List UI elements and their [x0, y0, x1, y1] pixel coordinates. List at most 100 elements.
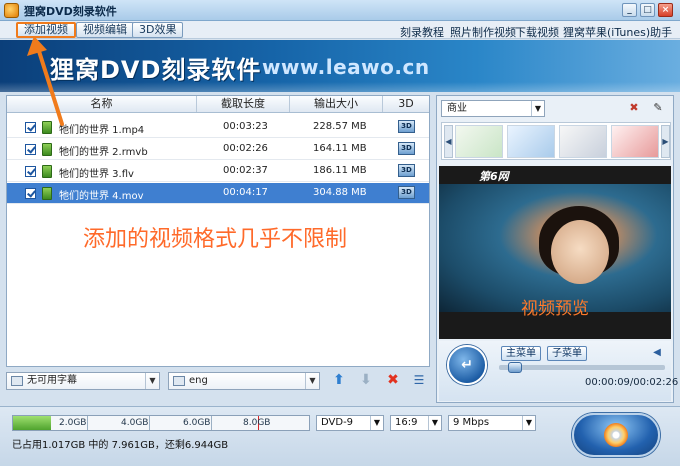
main-menu-button[interactable]: 主菜单: [501, 346, 541, 361]
table-row[interactable]: 牠们的世界 1.mp4 00:03:23 228.57 MB 3D: [7, 117, 429, 138]
scroll-right-icon[interactable]: ▶: [661, 125, 670, 158]
video-preview[interactable]: 第6网 视频预览: [439, 166, 671, 339]
link-download-video[interactable]: 下载视频: [515, 24, 559, 40]
close-button[interactable]: ×: [658, 3, 673, 17]
bitrate-value: 9 Mbps: [453, 417, 490, 428]
capacity-tick: 2.0GB: [59, 418, 87, 428]
menu-template-thumbnail[interactable]: [455, 125, 503, 158]
table-header: 名称 截取长度 输出大小 3D: [7, 96, 429, 113]
menu-template-strip: ◀ ▶: [441, 122, 671, 160]
3d-icon[interactable]: 3D: [398, 186, 415, 199]
disc-usage-text: 已占用1.017GB 中的 7.961GB，还剩6.944GB: [12, 440, 229, 451]
3d-icon[interactable]: 3D: [398, 120, 415, 133]
tab-video-edit[interactable]: 视频编辑: [76, 22, 134, 38]
move-up-icon[interactable]: ⬆: [331, 372, 347, 388]
audio-select[interactable]: eng ▼: [168, 372, 320, 390]
audio-select-value: eng: [189, 375, 208, 386]
seek-handle[interactable]: [508, 362, 523, 373]
clear-list-icon[interactable]: ☰: [411, 372, 427, 388]
video-file-icon: [42, 187, 52, 200]
channel-logo: 第6网: [479, 170, 509, 183]
column-3d[interactable]: 3D: [383, 96, 429, 112]
link-burn-tutorial[interactable]: 刻录教程: [400, 24, 444, 40]
row-checkbox[interactable]: [25, 166, 36, 177]
capacity-gridline: [87, 416, 88, 430]
chevron-down-icon: ▼: [428, 416, 441, 430]
preview-panel: 商业 ▼ ✖ ✎ ◀ ▶ 第6网 视频预览 ↵ 主菜单 子菜单 ◀ 00:00:…: [436, 95, 678, 403]
file-table: 名称 截取长度 输出大小 3D 牠们的世界 1.mp4 00:03:23 228…: [6, 95, 430, 367]
subtitle-select[interactable]: 无可用字幕 ▼: [6, 372, 160, 390]
chevron-down-icon: ▼: [145, 373, 159, 389]
seek-bar[interactable]: [499, 362, 665, 373]
sub-menu-button[interactable]: 子菜单: [547, 346, 587, 361]
row-checkbox[interactable]: [25, 144, 36, 155]
aspect-ratio-select[interactable]: 16:9 ▼: [390, 415, 442, 431]
title-bar: 狸窝DVD刻录软件 _ □ ×: [0, 0, 680, 21]
delete-icon[interactable]: ✖: [385, 372, 401, 388]
column-name[interactable]: 名称: [7, 96, 197, 112]
table-row[interactable]: 牠们的世界 3.flv 00:02:37 186.11 MB 3D: [7, 161, 429, 182]
clip-length: 00:03:23: [223, 121, 268, 132]
column-size[interactable]: 输出大小: [290, 96, 383, 112]
link-photo-video[interactable]: 照片制作视频: [450, 24, 516, 40]
maximize-button[interactable]: □: [640, 3, 655, 17]
capacity-gridline: [149, 416, 150, 430]
burn-button[interactable]: [572, 413, 660, 457]
menu-bar: 添加视频 视频编辑 3D效果 刻录教程 照片制作视频 下载视频 狸窝苹果(iTu…: [0, 21, 680, 39]
video-file-icon: [42, 165, 52, 178]
disable-menu-icon[interactable]: ✖: [627, 101, 641, 115]
disc-type-select[interactable]: DVD-9 ▼: [316, 415, 384, 431]
menu-theme-select[interactable]: 商业 ▼: [441, 100, 545, 117]
row-checkbox[interactable]: [25, 188, 36, 199]
video-frame: [439, 184, 671, 312]
menu-theme-value: 商业: [447, 103, 467, 114]
clip-length: 00:04:17: [223, 187, 268, 198]
video-file-icon: [42, 143, 52, 156]
3d-icon[interactable]: 3D: [398, 164, 415, 177]
3d-icon[interactable]: 3D: [398, 142, 415, 155]
edit-menu-icon[interactable]: ✎: [651, 101, 665, 115]
output-size: 164.11 MB: [313, 143, 367, 154]
bottom-bar: 2.0GB 4.0GB 6.0GB 8.0GB 已占用1.017GB 中的 7.…: [0, 406, 680, 466]
subtitle-icon: [11, 376, 23, 386]
aspect-ratio-value: 16:9: [395, 417, 418, 428]
disc-type-value: DVD-9: [321, 417, 354, 428]
tab-add-video[interactable]: 添加视频: [16, 22, 76, 38]
brand-banner: 狸窝DVD刻录软件 www.leawo.cn: [0, 40, 680, 92]
chevron-down-icon: ▼: [522, 416, 535, 430]
banner-title: 狸窝DVD刻录软件: [50, 56, 262, 84]
disc-capacity-bar: 2.0GB 4.0GB 6.0GB 8.0GB: [12, 415, 310, 431]
preview-caption: 视频预览: [521, 299, 589, 319]
banner-url: www.leawo.cn: [262, 55, 430, 79]
table-toolbar: 无可用字幕 ▼ eng ▼ ⬆ ⬇ ✖ ☰: [6, 369, 430, 393]
capacity-tick: 8.0GB: [243, 418, 271, 428]
row-checkbox[interactable]: [25, 122, 36, 133]
audio-track-icon: [173, 376, 185, 386]
link-itunes-helper[interactable]: 狸窝苹果(iTunes)助手: [563, 24, 672, 40]
capacity-tick: 4.0GB: [121, 418, 149, 428]
file-name: 牠们的世界 4.mov: [59, 191, 144, 202]
chevron-down-icon: ▼: [305, 373, 319, 389]
navigation-pad[interactable]: ↵: [447, 345, 487, 385]
table-row[interactable]: 牠们的世界 2.rmvb 00:02:26 164.11 MB 3D: [7, 139, 429, 160]
menu-template-thumbnail[interactable]: [507, 125, 555, 158]
tab-3d-effect[interactable]: 3D效果: [132, 22, 184, 38]
clip-length: 00:02:37: [223, 165, 268, 176]
chevron-down-icon: ▼: [531, 101, 544, 116]
file-name: 牠们的世界 2.rmvb: [59, 147, 148, 158]
output-size: 228.57 MB: [313, 121, 367, 132]
file-name: 牠们的世界 3.flv: [59, 169, 134, 180]
table-row-selected[interactable]: 牠们的世界 4.mov 00:04:17 304.88 MB 3D: [7, 183, 429, 204]
minimize-button[interactable]: _: [622, 3, 637, 17]
player-controls: ↵ 主菜单 子菜单 ◀ 00:00:09/00:02:26: [439, 341, 678, 401]
file-name: 牠们的世界 1.mp4: [59, 125, 145, 136]
app-icon: [4, 3, 19, 18]
scroll-left-icon[interactable]: ◀: [444, 125, 453, 158]
output-size: 304.88 MB: [313, 187, 367, 198]
column-length[interactable]: 截取长度: [197, 96, 290, 112]
move-down-icon[interactable]: ⬇: [358, 372, 374, 388]
menu-template-thumbnail[interactable]: [611, 125, 659, 158]
menu-template-thumbnail[interactable]: [559, 125, 607, 158]
volume-icon[interactable]: ◀: [651, 347, 663, 359]
bitrate-select[interactable]: 9 Mbps ▼: [448, 415, 536, 431]
